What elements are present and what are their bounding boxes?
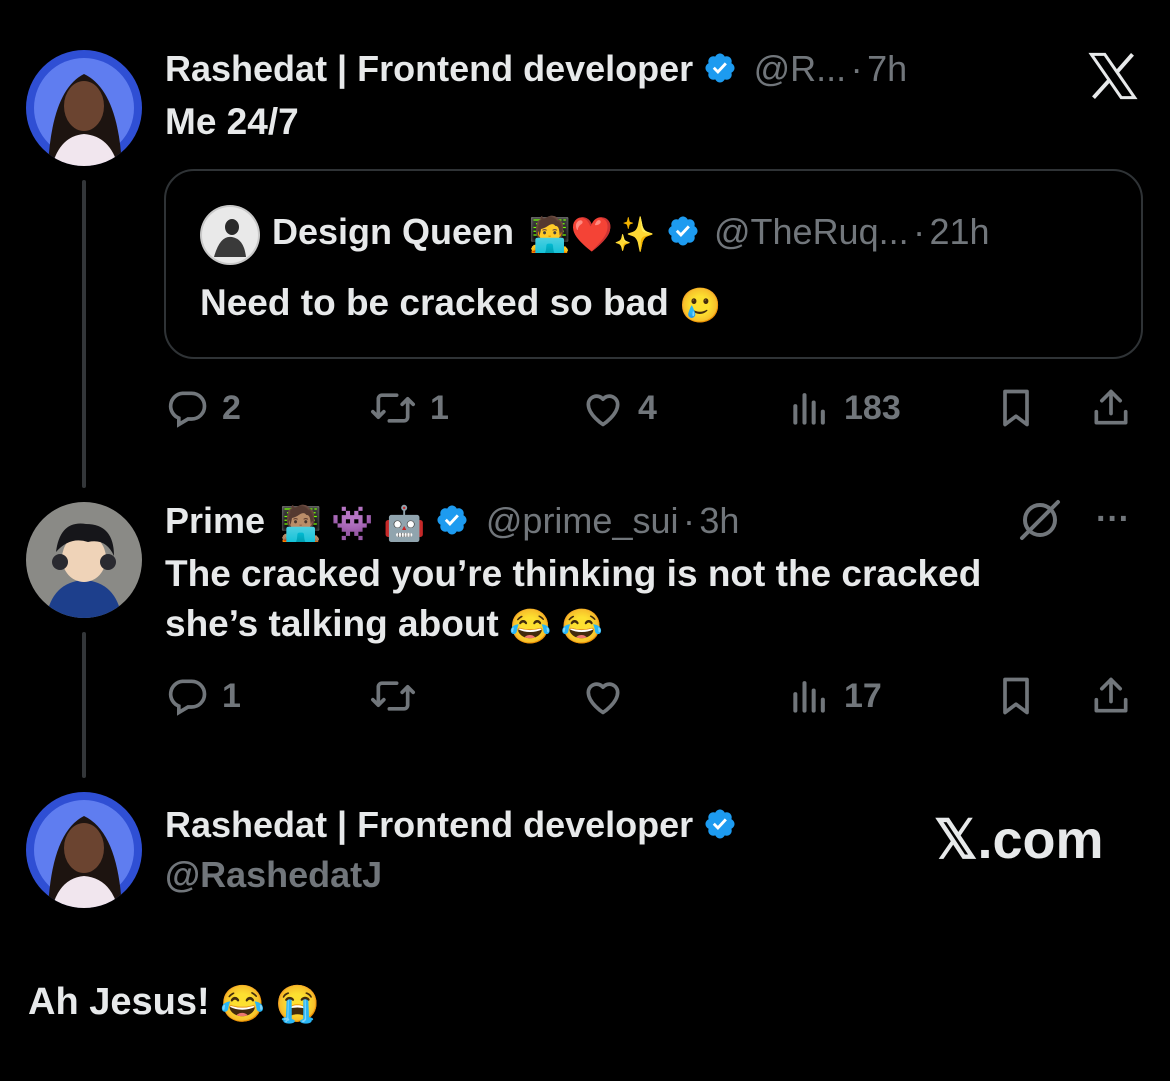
card-header: Rashedat | Frontend developer xyxy=(165,804,737,846)
views-icon xyxy=(793,681,825,713)
verified-badge-icon xyxy=(666,214,700,248)
grok-icon[interactable] xyxy=(1016,496,1064,549)
views-count: 17 xyxy=(844,676,882,715)
reply-icon xyxy=(168,679,207,716)
verified-badge-icon xyxy=(703,807,737,841)
more-icon[interactable]: ··· xyxy=(1096,500,1130,539)
like-icon xyxy=(586,394,620,427)
author-name[interactable]: Rashedat | Frontend developer xyxy=(165,804,693,845)
thread-line xyxy=(82,180,86,488)
verified-badge-icon xyxy=(703,51,737,85)
quote-header: Design Queen 🧑‍💻❤️✨ @TheRuq... · 21h xyxy=(272,211,990,255)
like-count: 4 xyxy=(638,388,657,427)
repost-icon xyxy=(371,681,415,711)
timestamp[interactable]: 3h xyxy=(699,500,739,541)
quote-timestamp[interactable]: 21h xyxy=(930,211,990,252)
avatar[interactable] xyxy=(26,502,142,618)
caption-text: Ah Jesus! xyxy=(28,981,210,1023)
reply-count: 2 xyxy=(222,388,241,427)
timestamp[interactable]: 7h xyxy=(867,48,907,89)
bookmark-button[interactable] xyxy=(994,386,1038,430)
share-icon xyxy=(1094,389,1128,425)
author-name[interactable]: Rashedat | Frontend developer xyxy=(165,48,693,89)
author-name[interactable]: Prime xyxy=(165,500,265,541)
reply-button[interactable]: 1 xyxy=(166,674,241,718)
quote-text: Need to be cracked so bad 🥲 xyxy=(200,277,721,332)
author-handle[interactable]: @prime_sui xyxy=(486,500,679,541)
separator: · xyxy=(682,500,695,541)
tweet-text-line: she’s talking about 😂 😂 xyxy=(165,598,603,653)
caption-emoji: 😂 😭 xyxy=(220,983,320,1024)
author-emojis: 🧑🏽‍💻 👾 🤖 xyxy=(279,505,426,543)
like-icon xyxy=(586,682,620,715)
repost-button[interactable]: 1 xyxy=(368,386,449,430)
views-button[interactable]: 183 xyxy=(788,386,901,430)
separator: · xyxy=(850,48,863,89)
bookmark-icon xyxy=(1003,677,1029,715)
quote-author-emojis: 🧑‍💻❤️✨ xyxy=(528,216,656,254)
views-icon xyxy=(793,393,825,425)
like-button[interactable] xyxy=(580,674,626,718)
tweet-text-line: The cracked you’re thinking is not the c… xyxy=(165,553,982,594)
verified-badge-icon xyxy=(435,503,469,537)
views-button[interactable]: 17 xyxy=(788,674,882,718)
quote-author-handle[interactable]: @TheRuq... xyxy=(714,211,909,252)
tweet-header: Rashedat | Frontend developer @R... · 7h xyxy=(165,48,907,90)
quote-author-name[interactable]: Design Queen xyxy=(272,211,514,252)
share-button[interactable] xyxy=(1088,386,1134,430)
quote-text-emoji: 🥲 xyxy=(679,287,722,325)
quote-text-body: Need to be cracked so bad xyxy=(200,282,669,323)
tweet-text: Me 24/7 xyxy=(165,101,299,142)
share-icon xyxy=(1094,677,1128,713)
reply-button[interactable]: 2 xyxy=(166,386,241,430)
tweet-text-emoji: 😂 😂 xyxy=(509,608,604,646)
author-handle[interactable]: @RashedatJ xyxy=(165,854,382,896)
separator: · xyxy=(913,211,926,252)
reply-count: 1 xyxy=(222,676,241,715)
repost-icon xyxy=(371,393,415,423)
views-count: 183 xyxy=(844,388,901,427)
reply-icon xyxy=(168,391,207,428)
x-com-brand: 𝕏.com xyxy=(934,810,1104,870)
tweet-header: Prime 🧑🏽‍💻 👾 🤖 @prime_sui · 3h xyxy=(165,500,739,544)
caption: Ah Jesus! 😂 😭 xyxy=(28,976,320,1030)
author-handle[interactable]: @R... xyxy=(754,48,847,89)
x-logo-icon[interactable] xyxy=(1087,52,1139,100)
quote-avatar[interactable] xyxy=(200,205,260,265)
quoted-tweet[interactable]: Design Queen 🧑‍💻❤️✨ @TheRuq... · 21h Nee… xyxy=(164,169,1143,359)
bookmark-icon xyxy=(1003,389,1029,427)
bookmark-button[interactable] xyxy=(994,674,1038,718)
share-button[interactable] xyxy=(1088,674,1134,718)
repost-count: 1 xyxy=(430,388,449,427)
repost-button[interactable] xyxy=(368,674,418,718)
avatar[interactable] xyxy=(26,50,142,166)
like-button[interactable]: 4 xyxy=(580,386,657,430)
thread-line xyxy=(82,632,86,778)
avatar[interactable] xyxy=(26,792,142,908)
tweet-text-body: she’s talking about xyxy=(165,603,499,644)
